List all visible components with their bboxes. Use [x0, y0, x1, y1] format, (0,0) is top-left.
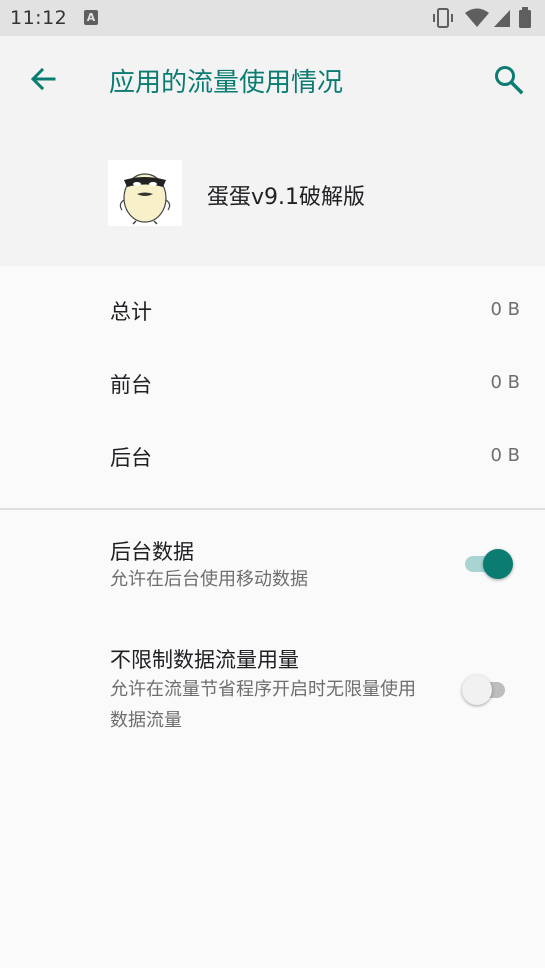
arrow-back-icon[interactable]	[26, 62, 60, 96]
search-icon[interactable]	[492, 63, 526, 97]
setting-summary: 允许在流量节省程序开启时无限量使用数据流量	[110, 679, 416, 731]
usage-value: 0 B	[490, 299, 520, 320]
usage-value: 0 B	[490, 445, 520, 466]
battery-icon	[519, 7, 531, 28]
section-divider	[0, 508, 545, 510]
toggle-thumb	[462, 675, 492, 705]
usage-label: 总计	[110, 300, 152, 324]
vibrate-icon	[433, 8, 453, 28]
usage-label: 前台	[110, 373, 152, 397]
setting-summary: 允许在后台使用移动数据	[110, 569, 308, 590]
cell-signal-icon	[494, 10, 510, 27]
background-data-toggle[interactable]	[463, 546, 515, 580]
setting-unrestricted-data[interactable]: 不限制数据流量用量 允许在流量节省程序开启时无限量使用数据流量	[0, 630, 545, 750]
notification-a-icon: A	[84, 10, 98, 25]
app-header: 应用的流量使用情况 蛋蛋v9.1破解版	[0, 36, 545, 266]
wifi-icon	[465, 8, 489, 27]
usage-row-foreground: 前台 0 B	[0, 345, 545, 417]
status-bar: 11:12 A	[0, 0, 545, 36]
status-time: 11:12	[10, 7, 68, 29]
app-name: 蛋蛋v9.1破解版	[207, 185, 366, 210]
usage-value: 0 B	[490, 372, 520, 393]
usage-label: 后台	[110, 446, 152, 470]
toggle-thumb	[483, 549, 513, 579]
egg-character-icon	[108, 160, 182, 226]
unrestricted-data-toggle[interactable]	[462, 672, 515, 706]
page-title: 应用的流量使用情况	[109, 68, 344, 98]
usage-row-total: 总计 0 B	[0, 272, 545, 344]
setting-background-data[interactable]: 后台数据 允许在后台使用移动数据	[0, 520, 545, 610]
setting-title: 后台数据	[110, 540, 194, 564]
usage-row-background: 后台 0 B	[0, 418, 545, 490]
setting-title: 不限制数据流量用量	[110, 648, 299, 672]
